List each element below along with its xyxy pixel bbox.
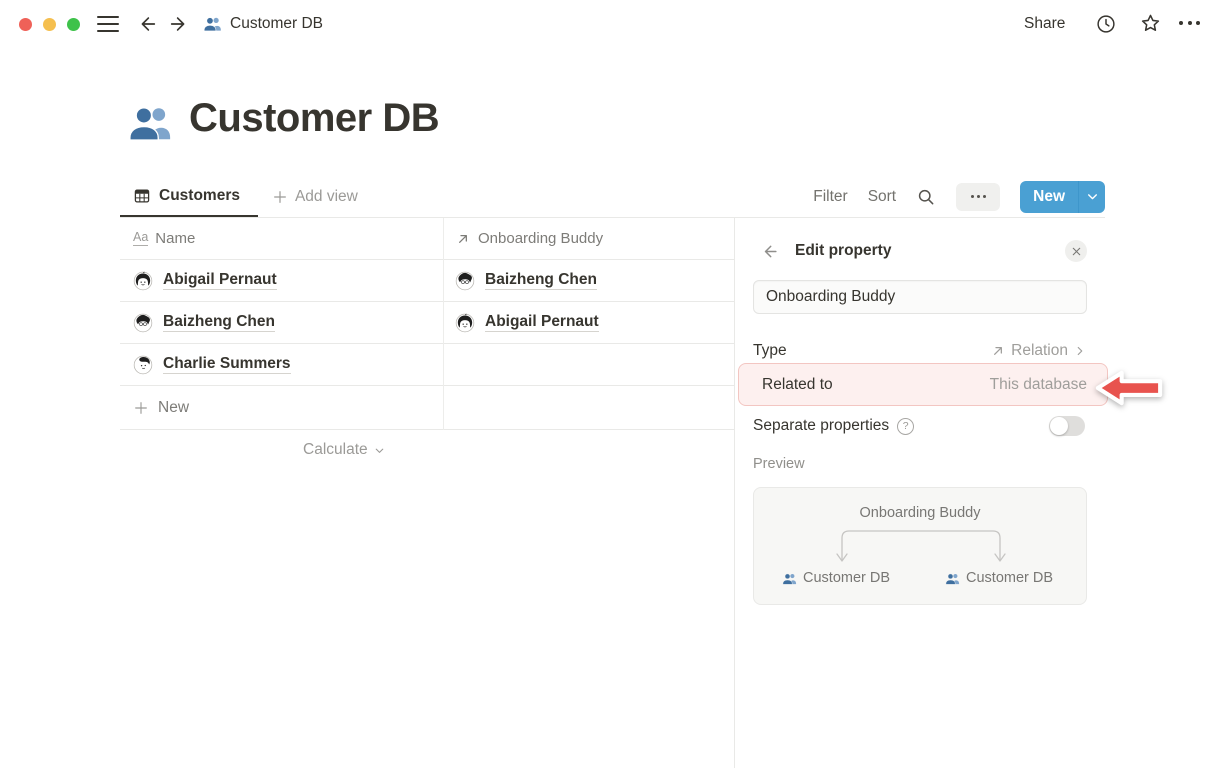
sort-button[interactable]: Sort — [868, 188, 896, 206]
new-row-label: New — [158, 398, 190, 416]
separate-properties-toggle[interactable] — [1049, 416, 1085, 436]
search-icon[interactable] — [916, 187, 936, 207]
new-button[interactable]: New — [1020, 180, 1105, 213]
more-icon[interactable] — [1179, 21, 1200, 25]
new-row-button[interactable]: New — [120, 386, 734, 430]
relation-arrow-icon — [455, 231, 471, 247]
column-divider — [443, 218, 444, 430]
property-name-input[interactable] — [753, 280, 1087, 314]
column-header-buddy[interactable]: Onboarding Buddy — [455, 230, 603, 247]
traffic-close-button[interactable] — [19, 18, 32, 31]
table-view-icon — [133, 187, 151, 205]
title-property-icon: Aa — [133, 230, 149, 246]
type-row[interactable]: Type Relation — [753, 336, 1087, 366]
related-value: This database — [989, 375, 1087, 393]
calculate-button[interactable]: Calculate — [303, 441, 386, 459]
star-icon[interactable] — [1139, 12, 1162, 35]
preview-database-right: Customer DB — [945, 570, 1053, 586]
type-value: Relation — [1011, 342, 1068, 359]
chevron-down-icon[interactable] — [1079, 190, 1105, 203]
related-to-row[interactable]: Related to This database — [738, 363, 1108, 406]
relation-connector-icon — [836, 530, 1006, 562]
plus-icon — [133, 400, 149, 416]
preview-label: Preview — [753, 456, 805, 472]
preview-db-right-label: Customer DB — [966, 570, 1054, 586]
titlebar: Customer DB Share — [0, 0, 1228, 48]
avatar-baizheng — [455, 271, 475, 291]
avatar-abigail — [133, 271, 153, 291]
preview-database-left: Customer DB — [782, 570, 890, 586]
close-icon[interactable] — [1065, 240, 1087, 262]
edit-property-panel: Edit property Type Relation Related to T… — [734, 218, 1228, 768]
calculate-label: Calculate — [303, 441, 368, 458]
table-row: Abigail Pernaut Baizheng Chen — [120, 260, 734, 302]
forward-icon[interactable] — [168, 13, 190, 35]
panel-title: Edit property — [795, 242, 892, 259]
add-view-label: Add view — [294, 187, 358, 205]
preview-db-left-label: Customer DB — [803, 570, 891, 586]
column-header-name[interactable]: Aa Name — [133, 230, 195, 247]
separate-properties-label: Separate properties — [753, 417, 890, 434]
filter-button[interactable]: Filter — [813, 188, 847, 206]
column-buddy-label: Onboarding Buddy — [478, 230, 604, 247]
separate-properties-row: Separate properties ? — [753, 412, 1087, 440]
sidebar-menu-icon[interactable] — [97, 16, 119, 32]
back-icon[interactable] — [136, 13, 158, 35]
avatar-baizheng — [133, 313, 153, 333]
page-link[interactable]: Baizheng Chen — [485, 271, 597, 290]
people-icon — [203, 14, 222, 33]
people-icon — [945, 571, 960, 586]
back-icon[interactable] — [760, 242, 779, 261]
add-view-button[interactable]: Add view — [272, 176, 358, 217]
view-options-button[interactable] — [956, 182, 1001, 211]
tab-label: Customers — [159, 186, 240, 204]
people-icon — [782, 571, 797, 586]
calculate-row: Calculate — [120, 430, 734, 470]
plus-icon — [272, 189, 288, 205]
toggle-knob — [1050, 417, 1068, 435]
related-label: Related to — [762, 375, 833, 393]
avatar-charlie — [133, 355, 153, 375]
clock-icon[interactable] — [1095, 13, 1117, 35]
page-people-icon[interactable] — [127, 99, 173, 145]
page-link[interactable]: Baizheng Chen — [163, 313, 275, 332]
page-link[interactable]: Abigail Pernaut — [163, 271, 277, 290]
page-link[interactable]: Abigail Pernaut — [485, 313, 599, 332]
column-name-label: Name — [155, 230, 196, 247]
page-link[interactable]: Charlie Summers — [163, 355, 291, 374]
view-bar: Customers Add view Filter Sort New — [120, 176, 1105, 218]
traffic-minimize-button[interactable] — [43, 18, 56, 31]
table-row: Charlie Summers — [120, 344, 734, 386]
tab-customers[interactable]: Customers — [120, 176, 258, 217]
relation-preview: Onboarding Buddy Customer DB Customer DB — [753, 487, 1087, 605]
traffic-zoom-button[interactable] — [67, 18, 80, 31]
page-title[interactable]: Customer DB — [189, 96, 440, 141]
chevron-right-icon — [1073, 344, 1087, 358]
share-button[interactable]: Share — [1024, 0, 1065, 48]
avatar-abigail — [455, 313, 475, 333]
breadcrumb[interactable]: Customer DB — [230, 0, 323, 48]
type-label: Type — [753, 342, 787, 359]
new-button-label: New — [1033, 187, 1065, 205]
help-icon[interactable]: ? — [897, 417, 915, 435]
table-header-row: Aa Name Onboarding Buddy — [120, 218, 734, 260]
table-row: Baizheng Chen Abigail Pernaut — [120, 302, 734, 344]
relation-arrow-icon — [990, 343, 1006, 359]
customers-table: Aa Name Onboarding Buddy Abigail Pernaut — [120, 218, 734, 470]
